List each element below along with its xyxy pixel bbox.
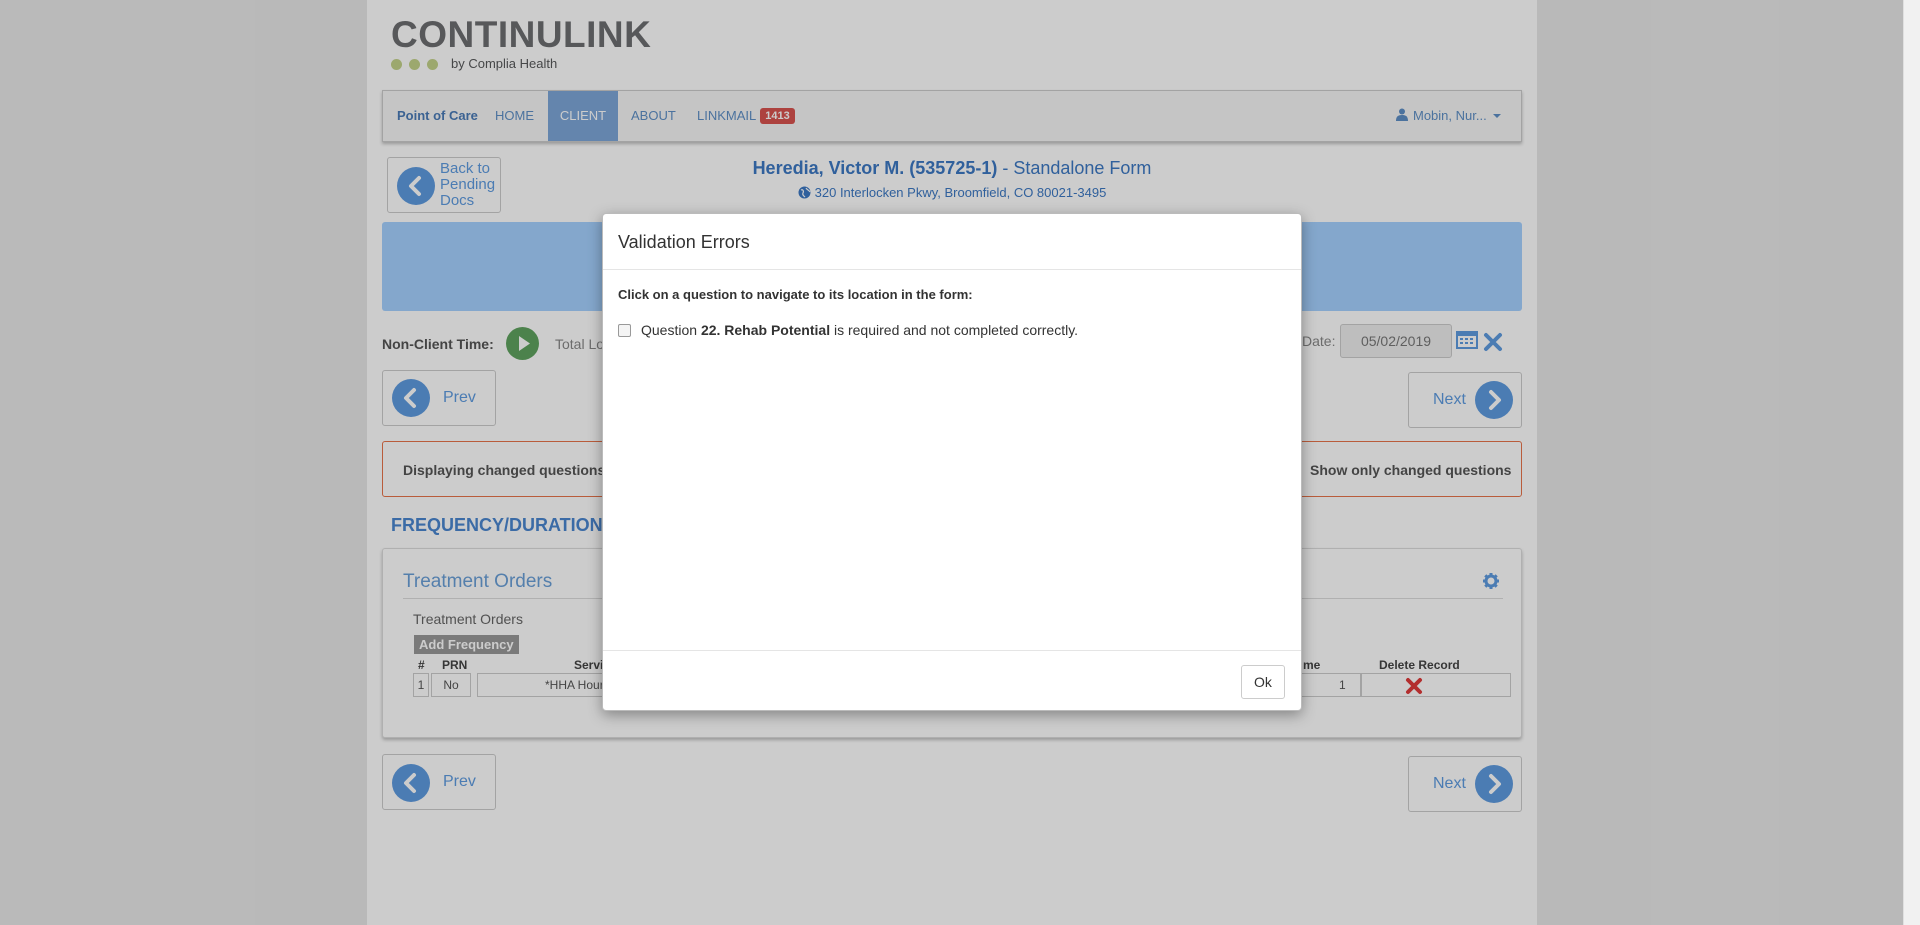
question-name: 22. Rehab Potential bbox=[700, 322, 831, 338]
error-checkbox[interactable] bbox=[618, 323, 631, 337]
ok-button[interactable]: Ok bbox=[1241, 665, 1285, 699]
vertical-scrollbar[interactable] bbox=[1903, 0, 1920, 925]
validation-errors-dialog: Validation Errors Click on a question to… bbox=[602, 213, 1302, 711]
modal-instruction: Click on a question to navigate to its l… bbox=[618, 287, 973, 302]
modal-title: Validation Errors bbox=[618, 232, 750, 252]
validation-error-item[interactable]: Question 22. Rehab Potential is required… bbox=[618, 320, 1078, 340]
modal-header: Validation Errors bbox=[603, 214, 1301, 270]
question-prefix: Question bbox=[641, 322, 698, 338]
modal-footer-divider bbox=[603, 650, 1301, 651]
question-suffix: is required and not completed correctly. bbox=[833, 322, 1079, 338]
